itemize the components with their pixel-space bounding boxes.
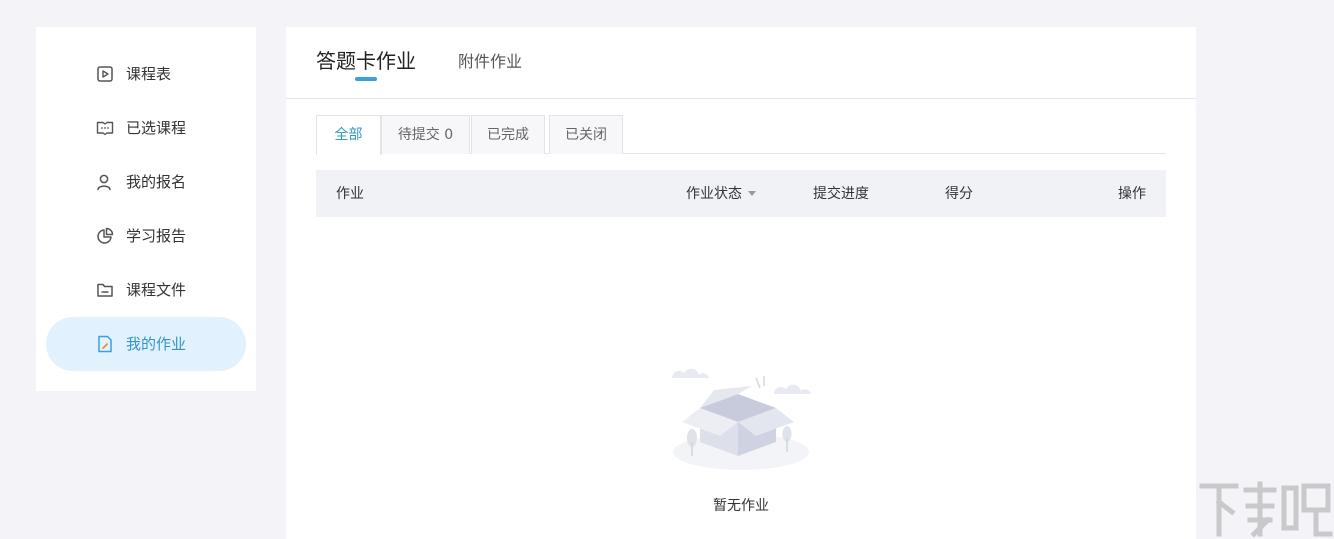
empty-box-illustration — [670, 364, 812, 474]
sidebar-item-schedule[interactable]: 课程表 — [46, 47, 246, 101]
sidebar-item-my-registration[interactable]: 我的报名 — [46, 155, 246, 209]
folder-icon — [96, 281, 114, 299]
sidebar-item-study-report[interactable]: 学习报告 — [46, 209, 246, 263]
column-score: 得分 — [945, 186, 973, 202]
sidebar-item-label: 学习报告 — [126, 227, 187, 245]
sidebar-item-label: 我的报名 — [126, 173, 187, 191]
tab-attachment-homework[interactable]: 附件作业 — [458, 51, 522, 73]
status-filter-tabs: 全部 待提交 0 已完成 已关闭 — [316, 115, 1166, 155]
sidebar-item-selected-courses[interactable]: 已选课程 — [46, 101, 246, 155]
tab-closed[interactable]: 已关闭 — [549, 115, 623, 154]
book-open-icon — [96, 119, 114, 137]
sidebar: 课程表 已选课程 我的报名 学习报告 课程文件 我的作业 — [36, 27, 256, 391]
caret-down-icon[interactable] — [748, 190, 756, 196]
play-square-icon — [96, 65, 114, 83]
sidebar-item-label: 课程表 — [126, 65, 172, 83]
sidebar-item-label: 课程文件 — [126, 281, 187, 299]
tab-pending[interactable]: 待提交 0 — [381, 115, 470, 154]
sidebar-item-my-homework[interactable]: 我的作业 — [46, 317, 246, 371]
homework-type-tabs: 答题卡作业 附件作业 — [286, 27, 1196, 99]
empty-state-text: 暂无作业 — [713, 498, 769, 514]
tab-answer-sheet-homework[interactable]: 答题卡作业 — [316, 47, 416, 75]
sidebar-item-label: 我的作业 — [126, 335, 187, 353]
tab-completed[interactable]: 已完成 — [471, 115, 545, 154]
column-status-label: 作业状态 — [686, 186, 742, 202]
edit-document-icon — [96, 335, 114, 353]
pie-chart-icon — [96, 227, 114, 245]
watermark-logo — [1196, 476, 1334, 539]
column-progress: 提交进度 — [813, 186, 869, 202]
active-tab-indicator — [355, 77, 377, 81]
sidebar-item-course-files[interactable]: 课程文件 — [46, 263, 246, 317]
column-actions: 操作 — [1118, 186, 1146, 202]
user-icon — [96, 173, 114, 191]
column-status[interactable]: 作业状态 — [686, 184, 756, 204]
tab-all[interactable]: 全部 — [316, 115, 381, 155]
table-header: 作业 作业状态 提交进度 得分 操作 — [316, 170, 1166, 217]
sidebar-item-label: 已选课程 — [126, 119, 187, 137]
column-homework: 作业 — [336, 186, 364, 202]
main-panel: 答题卡作业 附件作业 全部 待提交 0 已完成 已关闭 作业 作业状态 提交进度… — [286, 27, 1196, 539]
